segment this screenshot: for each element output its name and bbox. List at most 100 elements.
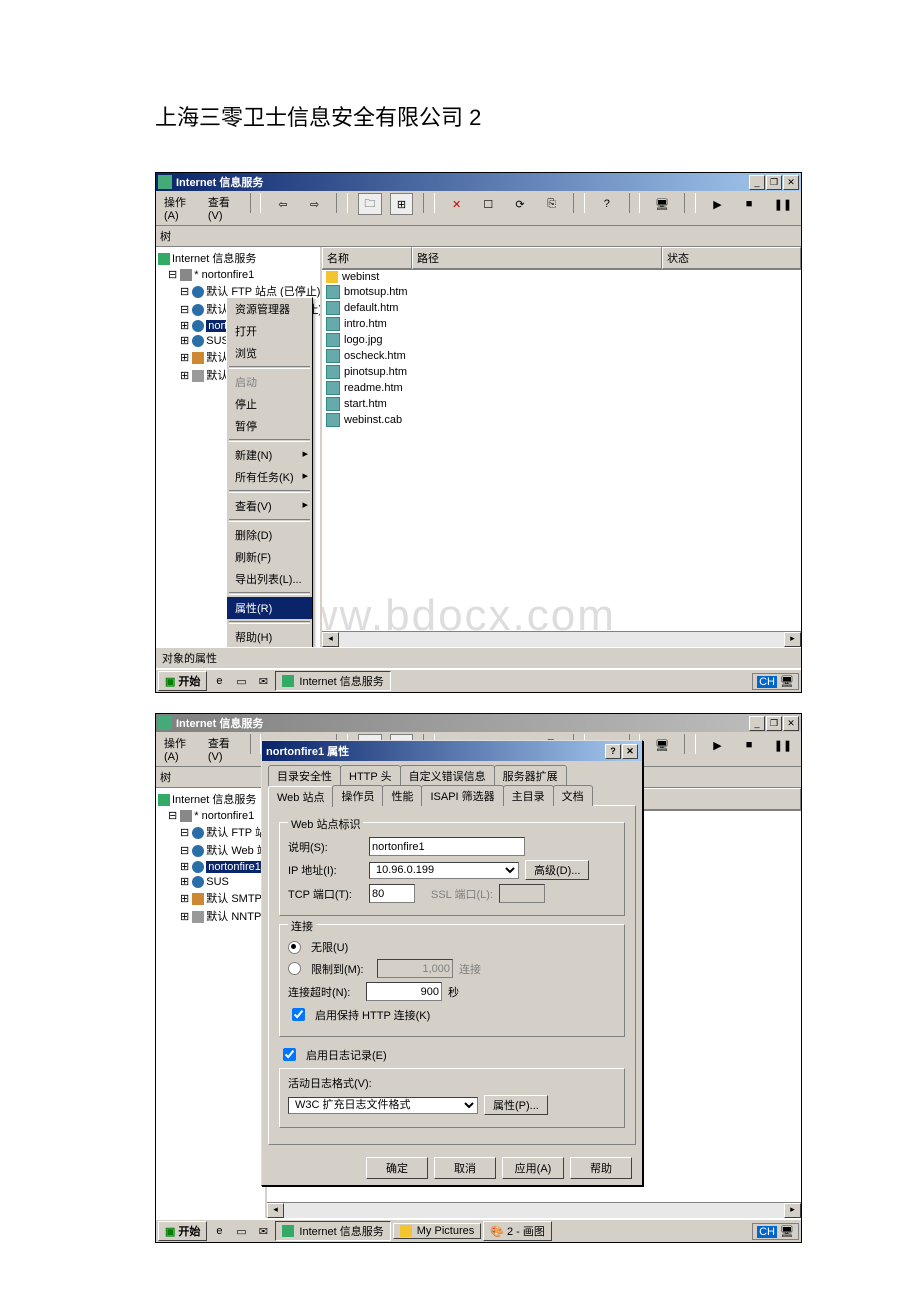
tree-pane[interactable]: Internet 信息服务 ⊟ * nortonfire1 ⊟ 默认 FTP 站… — [156, 247, 322, 647]
minimize-button[interactable]: _ — [749, 716, 765, 731]
tray[interactable]: CH 🖥 — [752, 673, 799, 690]
play-icon[interactable]: ▶ — [706, 734, 730, 756]
keepalive-checkbox[interactable] — [292, 1008, 305, 1021]
cancel-button[interactable]: 取消 — [434, 1157, 496, 1179]
taskbar: ▣开始 e ▭ ✉ Internet 信息服务 CH 🖥 — [156, 668, 801, 692]
ctx-new[interactable]: 新建(N) — [227, 444, 312, 466]
ctx-browse[interactable]: 浏览 — [227, 342, 312, 364]
tray[interactable]: CH 🖥 — [752, 1223, 799, 1240]
nav-fwd-icon[interactable]: ⇨ — [303, 193, 327, 215]
stop-icon[interactable]: ■ — [737, 734, 761, 756]
tab-dirsec[interactable]: 目录安全性 — [268, 765, 341, 786]
task-pictures[interactable]: My Pictures — [393, 1223, 481, 1239]
list-body[interactable]: webinst bmotsup.htm default.htm intro.ht… — [322, 270, 801, 631]
tab-operator[interactable]: 操作员 — [332, 785, 383, 806]
ctx-open[interactable]: 打开 — [227, 320, 312, 342]
tree-pane[interactable]: Internet 信息服务 ⊟ * nortonfire1 ⊟ 默认 FTP 站… — [156, 788, 267, 1218]
computer-icon[interactable]: 🖥 — [650, 193, 674, 215]
scroll-right-icon[interactable]: ▸ — [784, 632, 801, 647]
ctx-stop[interactable]: 停止 — [227, 393, 312, 415]
quick-outlook-icon[interactable]: ✉ — [253, 671, 273, 691]
props-icon[interactable]: ☐ — [476, 193, 500, 215]
scroll-left-icon[interactable]: ◂ — [267, 1203, 284, 1218]
dialog-close-button[interactable]: ✕ — [622, 744, 638, 759]
radio-limited[interactable] — [288, 962, 301, 975]
ctx-refresh[interactable]: 刷新(F) — [227, 546, 312, 568]
tab-isapi[interactable]: ISAPI 筛选器 — [421, 785, 503, 806]
timeout-input[interactable] — [366, 982, 442, 1001]
log-format-select[interactable]: W3C 扩充日志文件格式 — [288, 1097, 478, 1114]
computer-icon[interactable]: 🖥 — [650, 734, 674, 756]
tab-doc[interactable]: 文档 — [553, 785, 593, 806]
quick-desktop-icon[interactable]: ▭ — [231, 1221, 251, 1241]
export-icon[interactable]: ⎘ — [540, 193, 564, 215]
tab-ext[interactable]: 服务器扩展 — [494, 765, 567, 786]
refresh-icon[interactable]: ⟳ — [508, 193, 532, 215]
enable-log-checkbox[interactable] — [283, 1048, 296, 1061]
quick-ie-icon[interactable]: e — [209, 1221, 229, 1241]
ok-button[interactable]: 确定 — [366, 1157, 428, 1179]
tab-home[interactable]: 主目录 — [503, 785, 554, 806]
ctx-help[interactable]: 帮助(H) — [227, 626, 312, 647]
apply-button[interactable]: 应用(A) — [502, 1157, 564, 1179]
desc-input[interactable] — [369, 837, 525, 856]
task-iis[interactable]: Internet 信息服务 — [275, 1221, 390, 1241]
file-icon — [326, 317, 340, 331]
col-name[interactable]: 名称 — [322, 247, 412, 269]
radio-unlimited[interactable] — [288, 941, 301, 954]
pause-icon[interactable]: ❚❚ — [769, 734, 797, 756]
help-icon[interactable]: ? — [595, 193, 619, 215]
stop-icon[interactable]: ■ — [737, 193, 761, 215]
scroll-right-icon[interactable]: ▸ — [784, 1203, 801, 1218]
start-button[interactable]: ▣开始 — [158, 671, 207, 691]
minimize-button[interactable]: _ — [749, 175, 765, 190]
menu-view[interactable]: 查看(V) — [204, 734, 240, 764]
group-connections: 连接 无限(U) 限制到(M): 连接 连接超时(N): 秒 启用保持 HTTP… — [279, 924, 625, 1037]
close-button[interactable]: ✕ — [783, 716, 799, 731]
delete-icon[interactable]: ✕ — [445, 193, 469, 215]
show-icon[interactable]: ⊞ — [390, 193, 414, 215]
ip-select[interactable]: 10.96.0.199 — [369, 862, 519, 879]
ip-label: IP 地址(I): — [288, 862, 363, 878]
play-icon[interactable]: ▶ — [706, 193, 730, 215]
tcp-input[interactable] — [369, 884, 415, 903]
tab-custerr[interactable]: 自定义错误信息 — [400, 765, 495, 786]
ctx-view[interactable]: 查看(V) — [227, 495, 312, 517]
quick-ie-icon[interactable]: e — [209, 671, 229, 691]
log-props-button[interactable]: 属性(P)... — [484, 1095, 548, 1115]
ctx-delete[interactable]: 删除(D) — [227, 524, 312, 546]
maximize-button[interactable]: ❐ — [766, 175, 782, 190]
h-scrollbar[interactable]: ◂ ▸ — [267, 1202, 801, 1218]
tab-website[interactable]: Web 站点 — [268, 786, 333, 807]
tabs-row2: 目录安全性 HTTP 头 自定义错误信息 服务器扩展 — [262, 761, 642, 785]
maximize-button[interactable]: ❐ — [766, 716, 782, 731]
h-scrollbar[interactable]: ◂ ▸ — [322, 631, 801, 647]
watermark: www.bdocx.com — [322, 591, 616, 631]
close-button[interactable]: ✕ — [783, 175, 799, 190]
ctx-pause[interactable]: 暂停 — [227, 415, 312, 437]
dialog-help-button[interactable]: ? — [605, 744, 621, 759]
start-button[interactable]: ▣开始 — [158, 1221, 207, 1241]
pause-icon[interactable]: ❚❚ — [769, 193, 797, 215]
ctx-properties[interactable]: 属性(R) — [227, 597, 312, 619]
task-iis[interactable]: Internet 信息服务 — [275, 671, 390, 691]
col-status[interactable]: 状态 — [662, 247, 801, 269]
tab-http[interactable]: HTTP 头 — [340, 765, 401, 786]
help-button[interactable]: 帮助 — [570, 1157, 632, 1179]
menu-action[interactable]: 操作(A) — [160, 193, 196, 223]
menu-action[interactable]: 操作(A) — [160, 734, 196, 764]
task-paint[interactable]: 🎨2 - 画图 — [483, 1221, 552, 1241]
nav-back-icon[interactable]: ⇦ — [271, 193, 295, 215]
quick-desktop-icon[interactable]: ▭ — [231, 671, 251, 691]
menu-view[interactable]: 查看(V) — [204, 193, 240, 223]
quick-outlook-icon[interactable]: ✉ — [253, 1221, 273, 1241]
up-icon[interactable]: 🗀 — [358, 193, 382, 215]
scroll-left-icon[interactable]: ◂ — [322, 632, 339, 647]
advanced-button[interactable]: 高级(D)... — [525, 860, 589, 880]
ctx-export[interactable]: 导出列表(L)... — [227, 568, 312, 590]
ctx-explorer[interactable]: 资源管理器 — [227, 298, 312, 320]
tab-perf[interactable]: 性能 — [382, 785, 422, 806]
ctx-alltasks[interactable]: 所有任务(K) — [227, 466, 312, 488]
tree-selected[interactable]: nortonfire1 — [206, 861, 263, 873]
col-path[interactable]: 路径 — [412, 247, 662, 269]
